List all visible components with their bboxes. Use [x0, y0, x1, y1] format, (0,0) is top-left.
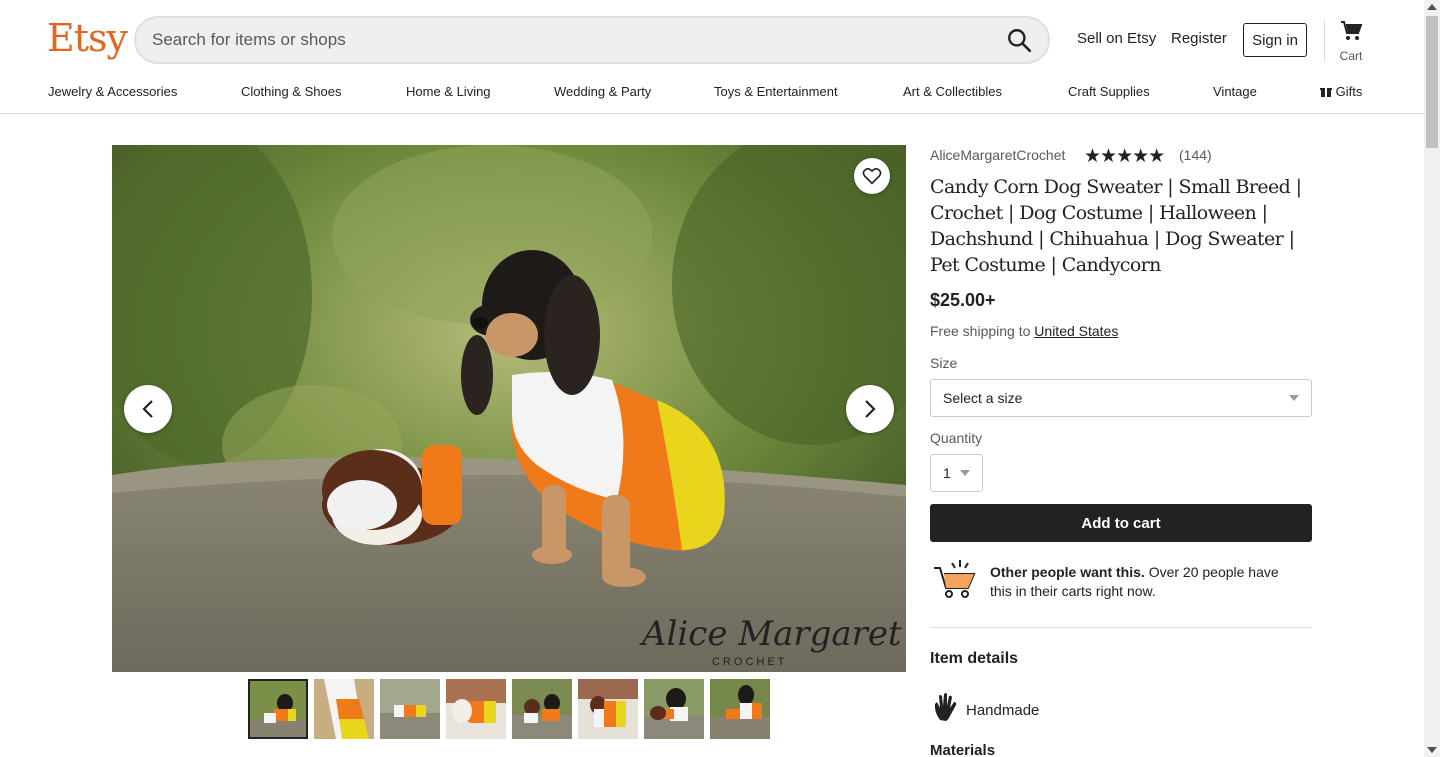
shipping-info: Free shipping to United States	[930, 323, 1118, 339]
gifts-label: Gifts	[1335, 84, 1363, 99]
site-header: Etsy Sell on Etsy Register Sign in Cart …	[0, 0, 1424, 114]
quantity-label: Quantity	[930, 430, 983, 446]
size-select[interactable]: Select a size	[930, 379, 1312, 417]
category-clothing[interactable]: Clothing & Shoes	[241, 84, 341, 99]
thumbnail-image	[644, 679, 704, 739]
gift-icon	[1320, 88, 1332, 97]
category-gifts[interactable]: Gifts	[1320, 84, 1362, 99]
scroll-up-arrow[interactable]	[1427, 4, 1437, 10]
demand-message: Other people want this. Over 20 people h…	[990, 563, 1300, 601]
category-jewelry[interactable]: Jewelry & Accessories	[48, 84, 177, 99]
category-nav: Jewelry & Accessories Clothing & Shoes H…	[0, 84, 1424, 104]
shipping-prefix: Free shipping to	[930, 323, 1031, 339]
category-toys[interactable]: Toys & Entertainment	[714, 84, 838, 99]
hand-icon	[934, 693, 957, 721]
search-input[interactable]	[152, 18, 992, 62]
header-divider	[1324, 20, 1325, 62]
next-image-button[interactable]	[846, 385, 894, 433]
chevron-left-icon	[142, 400, 153, 418]
caret-down-icon	[960, 470, 970, 476]
size-label: Size	[930, 355, 958, 371]
review-count[interactable]: (144)	[1179, 147, 1212, 163]
thumbnail-6[interactable]	[578, 679, 638, 739]
shipping-country-link[interactable]: United States	[1034, 323, 1118, 339]
cart-demand-icon	[934, 560, 976, 598]
etsy-logo[interactable]: Etsy	[47, 16, 128, 60]
favorite-button[interactable]	[854, 158, 890, 194]
heart-icon	[862, 168, 882, 185]
etsy-listing-page: Etsy Sell on Etsy Register Sign in Cart …	[0, 0, 1440, 757]
register-link[interactable]: Register	[1171, 30, 1227, 47]
cart-icon	[1341, 21, 1363, 40]
thumbnail-image	[250, 681, 306, 737]
thumbnail-image	[446, 679, 506, 739]
category-wedding[interactable]: Wedding & Party	[554, 84, 651, 99]
rating-stars[interactable]: ★★★★★	[1084, 145, 1165, 168]
scrollbar[interactable]	[1424, 0, 1440, 757]
thumbnail-image	[380, 679, 440, 739]
category-art[interactable]: Art & Collectibles	[903, 84, 1002, 99]
thumbnail-1[interactable]	[248, 679, 308, 739]
shop-name-link[interactable]: AliceMargaretCrochet	[930, 147, 1065, 163]
product-photo: Alice Margaret CROCHET	[112, 145, 906, 672]
sign-in-button[interactable]: Sign in	[1243, 23, 1307, 57]
quantity-select[interactable]: 1	[930, 454, 983, 492]
thumbnail-image	[512, 679, 572, 739]
watermark-sub: CROCHET	[712, 656, 787, 668]
thumbnail-3[interactable]	[380, 679, 440, 739]
scroll-down-arrow[interactable]	[1427, 747, 1437, 753]
thumbnail-2[interactable]	[314, 679, 374, 739]
chevron-right-icon	[865, 400, 876, 418]
quantity-value: 1	[943, 465, 951, 481]
cart-button[interactable]: Cart	[1336, 20, 1366, 64]
thumbnail-4[interactable]	[446, 679, 506, 739]
search-icon[interactable]	[1006, 27, 1032, 53]
category-home[interactable]: Home & Living	[406, 84, 491, 99]
cart-label: Cart	[1339, 49, 1363, 63]
thumbnail-7[interactable]	[644, 679, 704, 739]
size-select-value: Select a size	[943, 390, 1023, 406]
watermark-text: Alice Margaret	[639, 614, 902, 654]
listing-title: Candy Corn Dog Sweater | Small Breed | C…	[930, 176, 1302, 276]
prev-image-button[interactable]	[124, 385, 172, 433]
price: $25.00+	[930, 290, 996, 310]
add-to-cart-button[interactable]: Add to cart	[930, 504, 1312, 542]
caret-down-icon	[1289, 395, 1299, 401]
search-bar	[134, 16, 1050, 64]
thumbnail-image	[314, 679, 374, 739]
thumbnail-5[interactable]	[512, 679, 572, 739]
main-product-image: Alice Margaret CROCHET	[112, 145, 906, 672]
materials-heading: Materials	[930, 742, 996, 757]
demand-bold: Other people want this.	[990, 564, 1145, 580]
thumbnail-image	[578, 679, 638, 739]
handmade-label: Handmade	[966, 702, 1040, 719]
category-craft[interactable]: Craft Supplies	[1068, 84, 1150, 99]
section-divider	[930, 627, 1312, 628]
thumbnail-8[interactable]	[710, 679, 770, 739]
thumbnail-image	[710, 679, 770, 739]
sell-on-etsy-link[interactable]: Sell on Etsy	[1077, 30, 1156, 47]
category-vintage[interactable]: Vintage	[1213, 84, 1257, 99]
item-details-heading[interactable]: Item details	[930, 650, 1018, 668]
scroll-thumb[interactable]	[1426, 16, 1438, 148]
